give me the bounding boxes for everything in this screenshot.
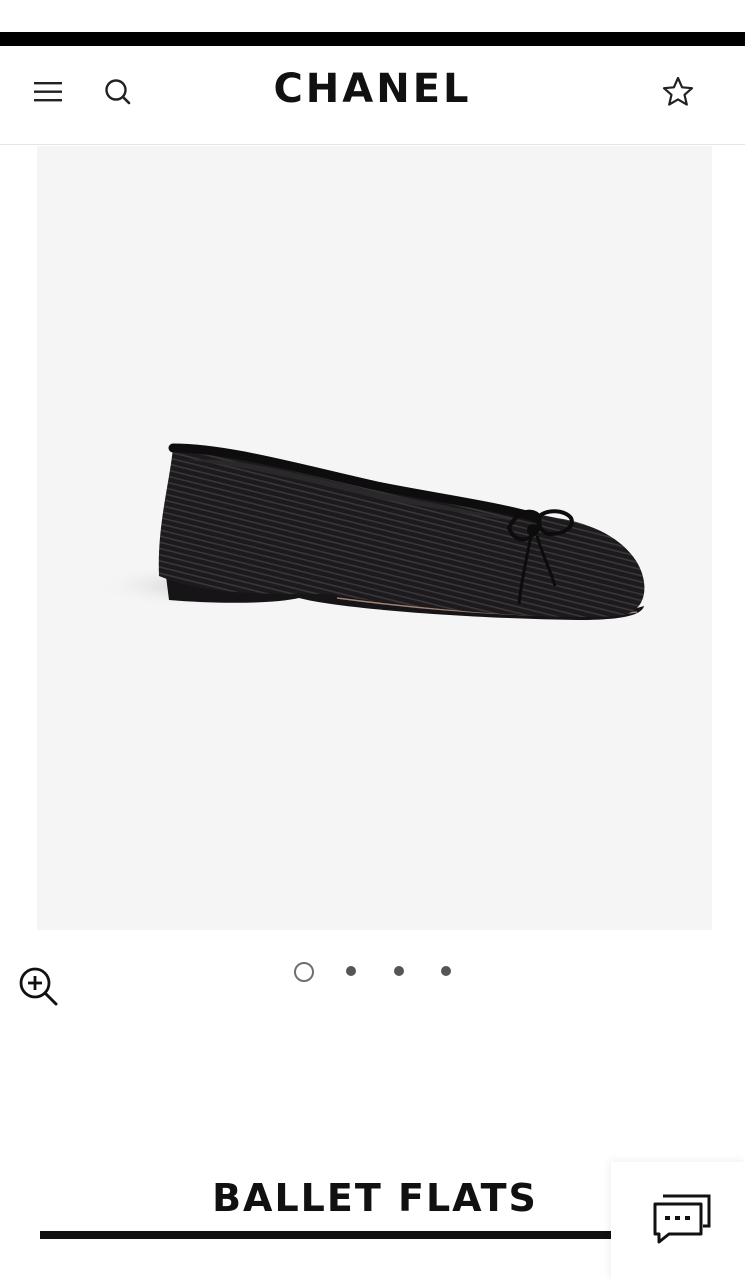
product-title: BALLET FLATS — [212, 1176, 538, 1220]
product-image[interactable] — [37, 146, 712, 930]
brand-logo[interactable]: CHANEL — [0, 66, 745, 112]
star-icon — [662, 76, 694, 106]
product-page: CHANEL BALLET FLATS — [0, 0, 745, 1280]
site-header: CHANEL — [0, 46, 745, 145]
chat-button[interactable] — [611, 1162, 745, 1280]
carousel-dot-4[interactable] — [441, 966, 451, 976]
carousel-dot-2[interactable] — [346, 966, 356, 976]
ballet-flat-shoe-image — [37, 146, 712, 930]
chat-bubbles-icon — [653, 1194, 711, 1244]
carousel-dots — [290, 960, 470, 984]
carousel-dot-1[interactable] — [294, 962, 314, 982]
zoom-button[interactable] — [16, 964, 60, 1008]
wishlist-button[interactable] — [658, 72, 698, 112]
title-underline — [40, 1231, 615, 1239]
top-bar — [0, 32, 745, 46]
zoom-in-icon — [19, 967, 58, 1006]
carousel-dot-3[interactable] — [394, 966, 404, 976]
